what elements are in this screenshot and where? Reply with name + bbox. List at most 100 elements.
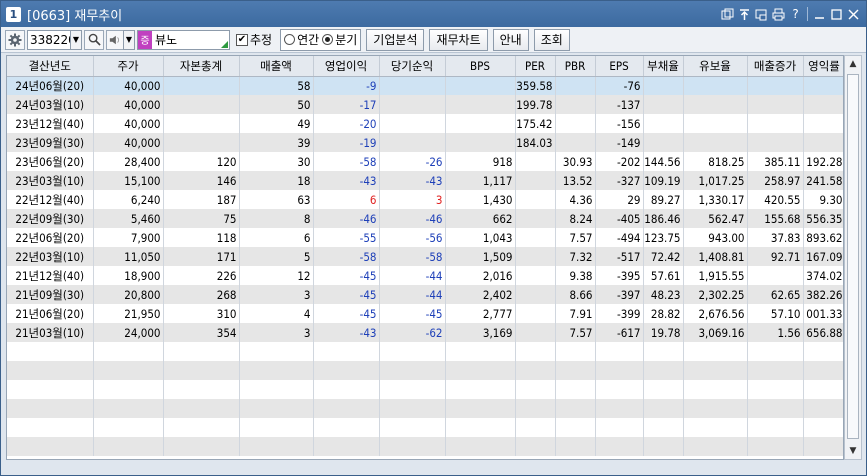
empty-table-row[interactable] <box>7 418 843 437</box>
vertical-scrollbar[interactable]: ▲ ▼ <box>844 55 862 460</box>
column-header[interactable]: EPS <box>595 56 644 77</box>
column-header[interactable]: BPS <box>445 56 516 77</box>
scroll-down-icon[interactable]: ▼ <box>845 443 861 459</box>
table-cell <box>163 342 240 361</box>
company-analysis-button[interactable]: 기업분석 <box>366 28 425 51</box>
maximize-icon[interactable] <box>828 5 845 23</box>
table-row[interactable]: 22년06월(20) 7,900 118 6 -55 -56 1,043 7.57 -494 12… <box>7 228 843 247</box>
table-cell: 22년06월(20) <box>7 228 94 247</box>
chevron-down-icon: ▼ <box>125 35 133 44</box>
table-cell: -45 <box>313 304 380 323</box>
link-window-icon[interactable] <box>719 5 736 23</box>
column-header[interactable]: 매출증가 <box>747 56 804 77</box>
table-cell: 5 <box>239 247 314 266</box>
print-icon[interactable] <box>770 5 787 23</box>
table-cell: 8.66 <box>555 285 596 304</box>
settings-button[interactable] <box>5 29 25 50</box>
table-cell <box>515 228 556 247</box>
table-cell: 123.75 <box>643 228 684 247</box>
stock-name-field[interactable]: 증 뷰노 <box>137 29 230 50</box>
search-button[interactable] <box>84 29 104 50</box>
radio-quarter[interactable]: 분기 <box>322 31 357 48</box>
table-row[interactable]: 23년06월(20) 28,400 120 30 -58 -26 918 30.93 -202 1… <box>7 152 843 171</box>
table-row[interactable]: 23년09월(30) 40,000 39 -19 184.03 -149 <box>7 133 843 152</box>
column-header[interactable]: 영익률 <box>803 56 843 77</box>
pin-top-icon[interactable] <box>736 5 753 23</box>
screenshot-icon[interactable] <box>753 5 770 23</box>
financial-chart-button[interactable]: 재무차트 <box>429 28 488 51</box>
table-row[interactable]: 23년03월(10) 15,100 146 18 -43 -43 1,117 13.52 -32… <box>7 171 843 190</box>
table-cell <box>515 380 556 399</box>
scroll-up-icon[interactable]: ▲ <box>845 56 861 72</box>
column-header[interactable]: 당기순익 <box>379 56 446 77</box>
table-cell <box>93 342 164 361</box>
column-header[interactable]: 부채율 <box>643 56 684 77</box>
column-header[interactable]: PER <box>515 56 556 77</box>
table-cell: 40,000 <box>93 133 164 152</box>
table-row[interactable]: 22년03월(10) 11,050 171 5 -58 -58 1,509 7.32 -517 7… <box>7 247 843 266</box>
title-bar[interactable]: 1 [0663] 재무추이 ? <box>1 1 866 27</box>
title-separator <box>807 7 808 21</box>
table-cell: -44 <box>379 266 446 285</box>
column-header[interactable]: 매출액 <box>239 56 314 77</box>
table-cell: 22년03월(10) <box>7 247 94 266</box>
table-cell <box>555 114 596 133</box>
table-cell: 1,043 <box>445 228 516 247</box>
table-cell <box>643 437 684 456</box>
table-cell <box>643 399 684 418</box>
table-row[interactable]: 21년12월(40) 18,900 226 12 -45 -44 2,016 9.38 -395… <box>7 266 843 285</box>
table-cell: 30 <box>239 152 314 171</box>
sound-button[interactable] <box>106 29 124 50</box>
table-row[interactable]: 24년03월(10) 40,000 50 -17 199.78 -137 <box>7 95 843 114</box>
table-cell: -56 <box>379 228 446 247</box>
minimize-icon[interactable] <box>811 5 828 23</box>
table-cell <box>515 361 556 380</box>
column-header[interactable]: 결산년도 <box>7 56 94 77</box>
table-row[interactable]: 24년06월(20) 40,000 58 -9 359.58 -76 <box>7 76 843 95</box>
scroll-thumb[interactable] <box>847 74 859 439</box>
guide-button[interactable]: 안내 <box>492 28 529 51</box>
column-header[interactable]: 유보율 <box>683 56 748 77</box>
table-cell: -17 <box>313 95 380 114</box>
table-body: 24년06월(20) 40,000 58 -9 359.58 -76 24년03월(10) 4… <box>7 76 843 456</box>
table-cell <box>555 361 596 380</box>
table-cell <box>93 418 164 437</box>
query-button[interactable]: 조회 <box>533 28 570 51</box>
table-row[interactable]: 21년03월(10) 24,000 354 3 -43 -62 3,169 7.57 -617 1… <box>7 323 843 342</box>
column-header[interactable]: PBR <box>555 56 596 77</box>
close-icon[interactable] <box>845 5 862 23</box>
sound-dropdown-button[interactable]: ▼ <box>123 29 135 50</box>
table-cell: -58 <box>313 152 380 171</box>
estimate-checkbox[interactable]: ✔ 추정 <box>236 31 272 48</box>
help-icon[interactable]: ? <box>787 5 804 23</box>
table-row[interactable]: 23년12월(40) 40,000 49 -20 175.42 -156 <box>7 114 843 133</box>
table-row[interactable]: 21년06월(20) 21,950 310 4 -45 -45 2,777 7.91 -399 2… <box>7 304 843 323</box>
code-dropdown-button[interactable]: ▼ <box>70 29 82 50</box>
gear-icon <box>8 33 22 46</box>
table-cell: 241.58 <box>803 171 843 190</box>
table-cell <box>445 399 516 418</box>
table-row[interactable]: 22년12월(40) 6,240 187 63 6 3 1,430 4.36 29 89.27 1,… <box>7 190 843 209</box>
table-cell: -327 <box>595 171 644 190</box>
table-cell: 120 <box>163 152 240 171</box>
financial-data-grid[interactable]: 결산년도 주가 자본총계 매출액 영업이익 당기순익 BPS PER PBR EPS 부채율 유보율 매… <box>6 55 844 460</box>
table-row[interactable]: 21년09월(30) 20,800 268 3 -45 -44 2,402 8.66 -397 4… <box>7 285 843 304</box>
stock-code-input[interactable]: 338220 <box>27 29 76 50</box>
table-cell: 175.42 <box>515 114 556 133</box>
empty-table-row[interactable] <box>7 361 843 380</box>
empty-table-row[interactable] <box>7 380 843 399</box>
table-cell <box>7 342 94 361</box>
table-row[interactable]: 22년09월(30) 5,460 75 8 -46 -46 662 8.24 -405 186.4… <box>7 209 843 228</box>
table-cell <box>379 95 446 114</box>
empty-table-row[interactable] <box>7 437 843 456</box>
table-cell <box>747 114 804 133</box>
column-header[interactable]: 주가 <box>93 56 164 77</box>
radio-annual[interactable]: 연간 <box>284 31 319 48</box>
table-cell: 49 <box>239 114 314 133</box>
empty-table-row[interactable] <box>7 342 843 361</box>
empty-table-row[interactable] <box>7 399 843 418</box>
table-cell <box>683 399 748 418</box>
column-header[interactable]: 자본총계 <box>163 56 240 77</box>
column-header[interactable]: 영업이익 <box>313 56 380 77</box>
window-title: [0663] 재무추이 <box>27 8 123 24</box>
